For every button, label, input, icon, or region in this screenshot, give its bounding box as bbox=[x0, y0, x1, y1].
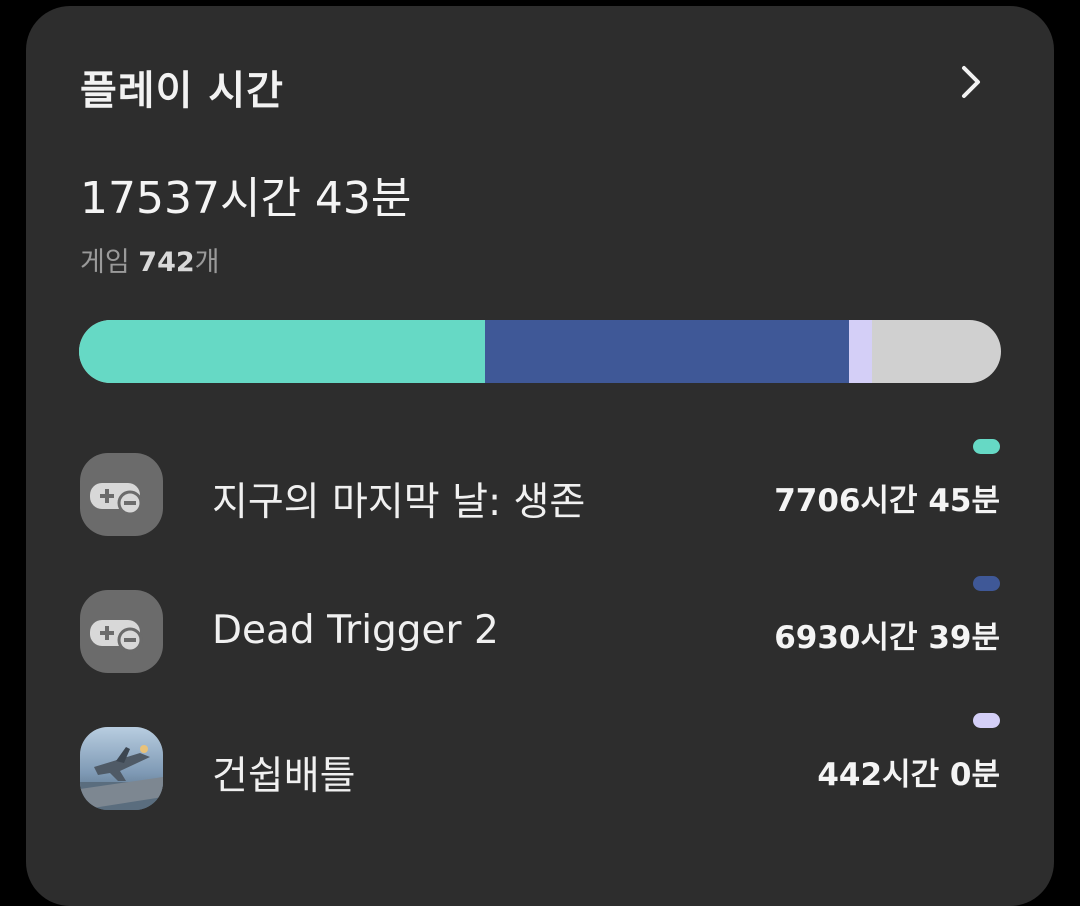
legend-dot bbox=[973, 439, 1000, 454]
app-name: 건쉽배틀 bbox=[212, 754, 356, 799]
usage-bar bbox=[79, 320, 1001, 383]
game-count-label: 게임 bbox=[80, 247, 130, 278]
total-play-time: 17537시간 43분 bbox=[80, 173, 412, 224]
gamepad-icon bbox=[80, 590, 163, 673]
chevron-right-icon[interactable] bbox=[956, 62, 986, 102]
gamepad-icon bbox=[80, 453, 163, 536]
app-name: 지구의 마지막 날: 생존 bbox=[212, 480, 586, 525]
app-play-time: 7706시간 45분 bbox=[774, 483, 1000, 519]
app-row-last-day-on-earth[interactable]: 지구의 마지막 날: 생존 7706시간 45분 bbox=[80, 439, 1000, 543]
legend-dot bbox=[973, 576, 1000, 591]
app-play-time: 442시간 0분 bbox=[817, 757, 1000, 793]
usage-bar-segment-2 bbox=[484, 320, 849, 383]
game-count: 게임 742개 bbox=[80, 240, 220, 279]
usage-bar-segment-3 bbox=[848, 320, 872, 383]
play-time-header[interactable]: 플레이 시간 bbox=[80, 52, 1000, 116]
app-play-time: 6930시간 39분 bbox=[774, 620, 1000, 656]
app-row-dead-trigger-2[interactable]: Dead Trigger 2 6930시간 39분 bbox=[80, 576, 1000, 680]
game-count-value: 742 bbox=[138, 247, 195, 278]
header-title: 플레이 시간 bbox=[80, 68, 284, 114]
gunship-battle-app-icon bbox=[80, 727, 163, 810]
app-name: Dead Trigger 2 bbox=[212, 608, 499, 653]
game-count-unit: 개 bbox=[194, 247, 220, 278]
app-row-gunship-battle[interactable]: 건쉽배틀 442시간 0분 bbox=[80, 713, 1000, 817]
usage-bar-segment-1 bbox=[79, 320, 485, 383]
legend-dot bbox=[973, 713, 1000, 728]
